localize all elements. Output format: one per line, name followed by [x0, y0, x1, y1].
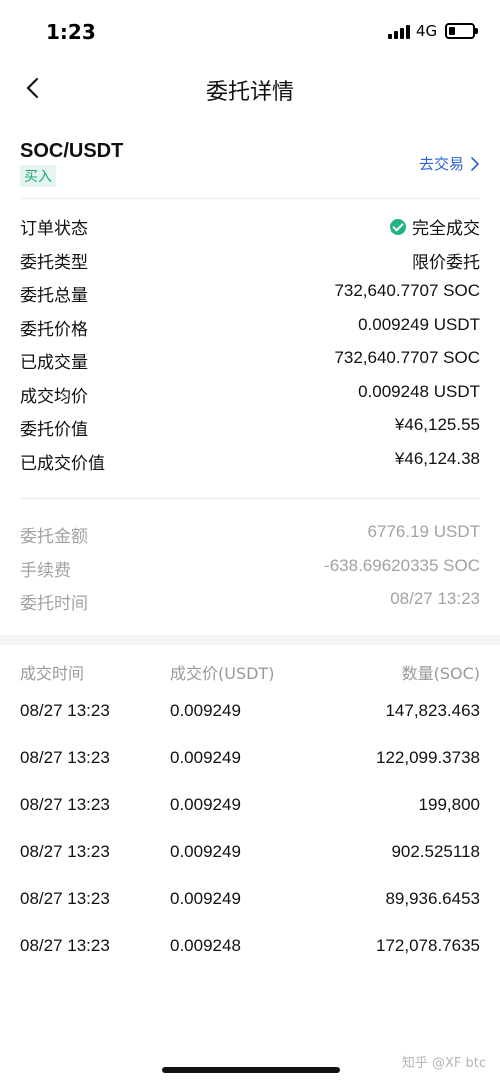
section-separator	[0, 635, 500, 645]
status-value: 完全成交	[412, 219, 480, 238]
trade-quantity: 147,823.463	[385, 701, 480, 720]
fee-value: 6776.19 USDT	[367, 522, 480, 541]
trades-table: 成交时间 成交价(USDT) 数量(SOC) 08/27 13:23 0.009…	[20, 655, 480, 971]
status-time: 1:23	[46, 20, 96, 44]
trade-time: 08/27 13:23	[20, 889, 110, 908]
check-circle-icon	[390, 218, 406, 235]
pair-name: SOC/USDT	[20, 140, 124, 162]
trade-time: 08/27 13:23	[20, 748, 110, 767]
divider	[20, 498, 480, 499]
info-label: 成交均价	[20, 386, 88, 407]
side-badge: 买入	[20, 165, 56, 187]
info-value: 0.009249 USDT	[358, 314, 480, 334]
info-value: 完全成交	[390, 214, 480, 239]
fee-label: 委托金额	[20, 527, 88, 547]
fee-label: 委托时间	[20, 594, 88, 614]
table-row: 08/27 13:23 0.009249 89,936.6453	[20, 877, 480, 924]
table-row: 08/27 13:23 0.009248 172,078.7635	[20, 924, 480, 971]
trade-quantity: 902.525118	[391, 842, 480, 861]
fee-row-fee: 手续费 -638.69620335 SOC	[20, 552, 480, 586]
info-row-order-value: 委托价值 ¥46,125.55	[20, 411, 480, 445]
chevron-right-icon	[471, 156, 479, 171]
trade-time: 08/27 13:23	[20, 936, 110, 955]
fee-value: 08/27 13:23	[390, 589, 480, 608]
info-label: 委托价值	[20, 420, 88, 440]
info-label: 已成交量	[20, 353, 88, 373]
info-row-status: 订单状态 完全成交	[20, 210, 480, 244]
info-label: 委托类型	[20, 252, 88, 273]
info-row-avg-price: 成交均价 0.009248 USDT	[20, 378, 480, 412]
trade-price: 0.009249	[170, 889, 241, 908]
signal-icon	[388, 25, 410, 39]
network-type: 4G	[416, 22, 438, 40]
info-row-price: 委托价格 0.009249 USDT	[20, 311, 480, 345]
fee-label: 手续费	[20, 560, 71, 581]
page-title: 委托详情	[205, 80, 294, 105]
watermark: 知乎 @XF btc	[401, 1056, 486, 1071]
trade-quantity: 89,936.6453	[385, 889, 480, 908]
battery-icon	[445, 23, 478, 39]
nav-bar: 委托详情	[0, 62, 500, 116]
info-row-filled-value: 已成交价值 ¥46,124.38	[20, 445, 480, 479]
trade-price: 0.009249	[170, 701, 241, 720]
trade-time: 08/27 13:23	[20, 795, 110, 814]
info-value: 732,640.7707 SOC	[334, 281, 480, 300]
fee-row-time: 委托时间 08/27 13:23	[20, 585, 480, 619]
info-value: 732,640.7707 SOC	[334, 348, 480, 367]
info-row-filled: 已成交量 732,640.7707 SOC	[20, 344, 480, 378]
trade-time: 08/27 13:23	[20, 701, 110, 720]
go-trade-label: 去交易	[418, 155, 464, 173]
trade-price: 0.009249	[170, 842, 241, 861]
info-value: 限价委托	[412, 252, 480, 272]
header-price: 成交价(USDT)	[170, 664, 275, 683]
trade-quantity: 172,078.7635	[376, 936, 480, 955]
info-label: 委托总量	[20, 286, 88, 306]
fee-value: -638.69620335 SOC	[324, 555, 480, 575]
trade-quantity: 199,800	[418, 795, 480, 814]
fee-row-amount: 委托金额 6776.19 USDT	[20, 518, 480, 552]
table-row: 08/27 13:23 0.009249 902.525118	[20, 830, 480, 877]
info-value: 0.009248 USDT	[358, 381, 480, 401]
trade-time: 08/27 13:23	[20, 842, 110, 861]
header-quantity: 数量(SOC)	[401, 664, 480, 683]
info-row-type: 委托类型 限价委托	[20, 244, 480, 278]
order-info-list: 订单状态 完全成交 委托类型 限价委托 委托总量 732,640.7707 SO…	[20, 210, 480, 478]
info-value: ¥46,125.55	[394, 415, 480, 434]
info-row-total: 委托总量 732,640.7707 SOC	[20, 277, 480, 311]
table-row: 08/27 13:23 0.009249 147,823.463	[20, 689, 480, 736]
trade-quantity: 122,099.3738	[376, 748, 480, 767]
go-trade-link[interactable]: 去交易	[419, 153, 480, 174]
pair-header: SOC/USDT 买入 去交易	[20, 138, 480, 198]
fee-info-list: 委托金额 6776.19 USDT 手续费 -638.69620335 SOC …	[20, 518, 480, 619]
trades-header: 成交时间 成交价(USDT) 数量(SOC)	[20, 655, 480, 689]
info-label: 已成交价值	[20, 453, 105, 474]
info-label: 订单状态	[20, 219, 88, 239]
trade-price: 0.009249	[170, 795, 241, 814]
trade-price: 0.009248	[170, 936, 241, 955]
table-row: 08/27 13:23 0.009249 199,800	[20, 783, 480, 830]
status-bar: 1:23 4G	[0, 0, 500, 62]
divider	[20, 198, 480, 199]
header-time: 成交时间	[20, 664, 85, 683]
home-indicator[interactable]	[162, 1067, 340, 1073]
info-label: 委托价格	[20, 319, 88, 340]
table-row: 08/27 13:23 0.009249 122,099.3738	[20, 736, 480, 783]
trade-price: 0.009249	[170, 748, 241, 767]
info-value: ¥46,124.38	[394, 448, 480, 468]
